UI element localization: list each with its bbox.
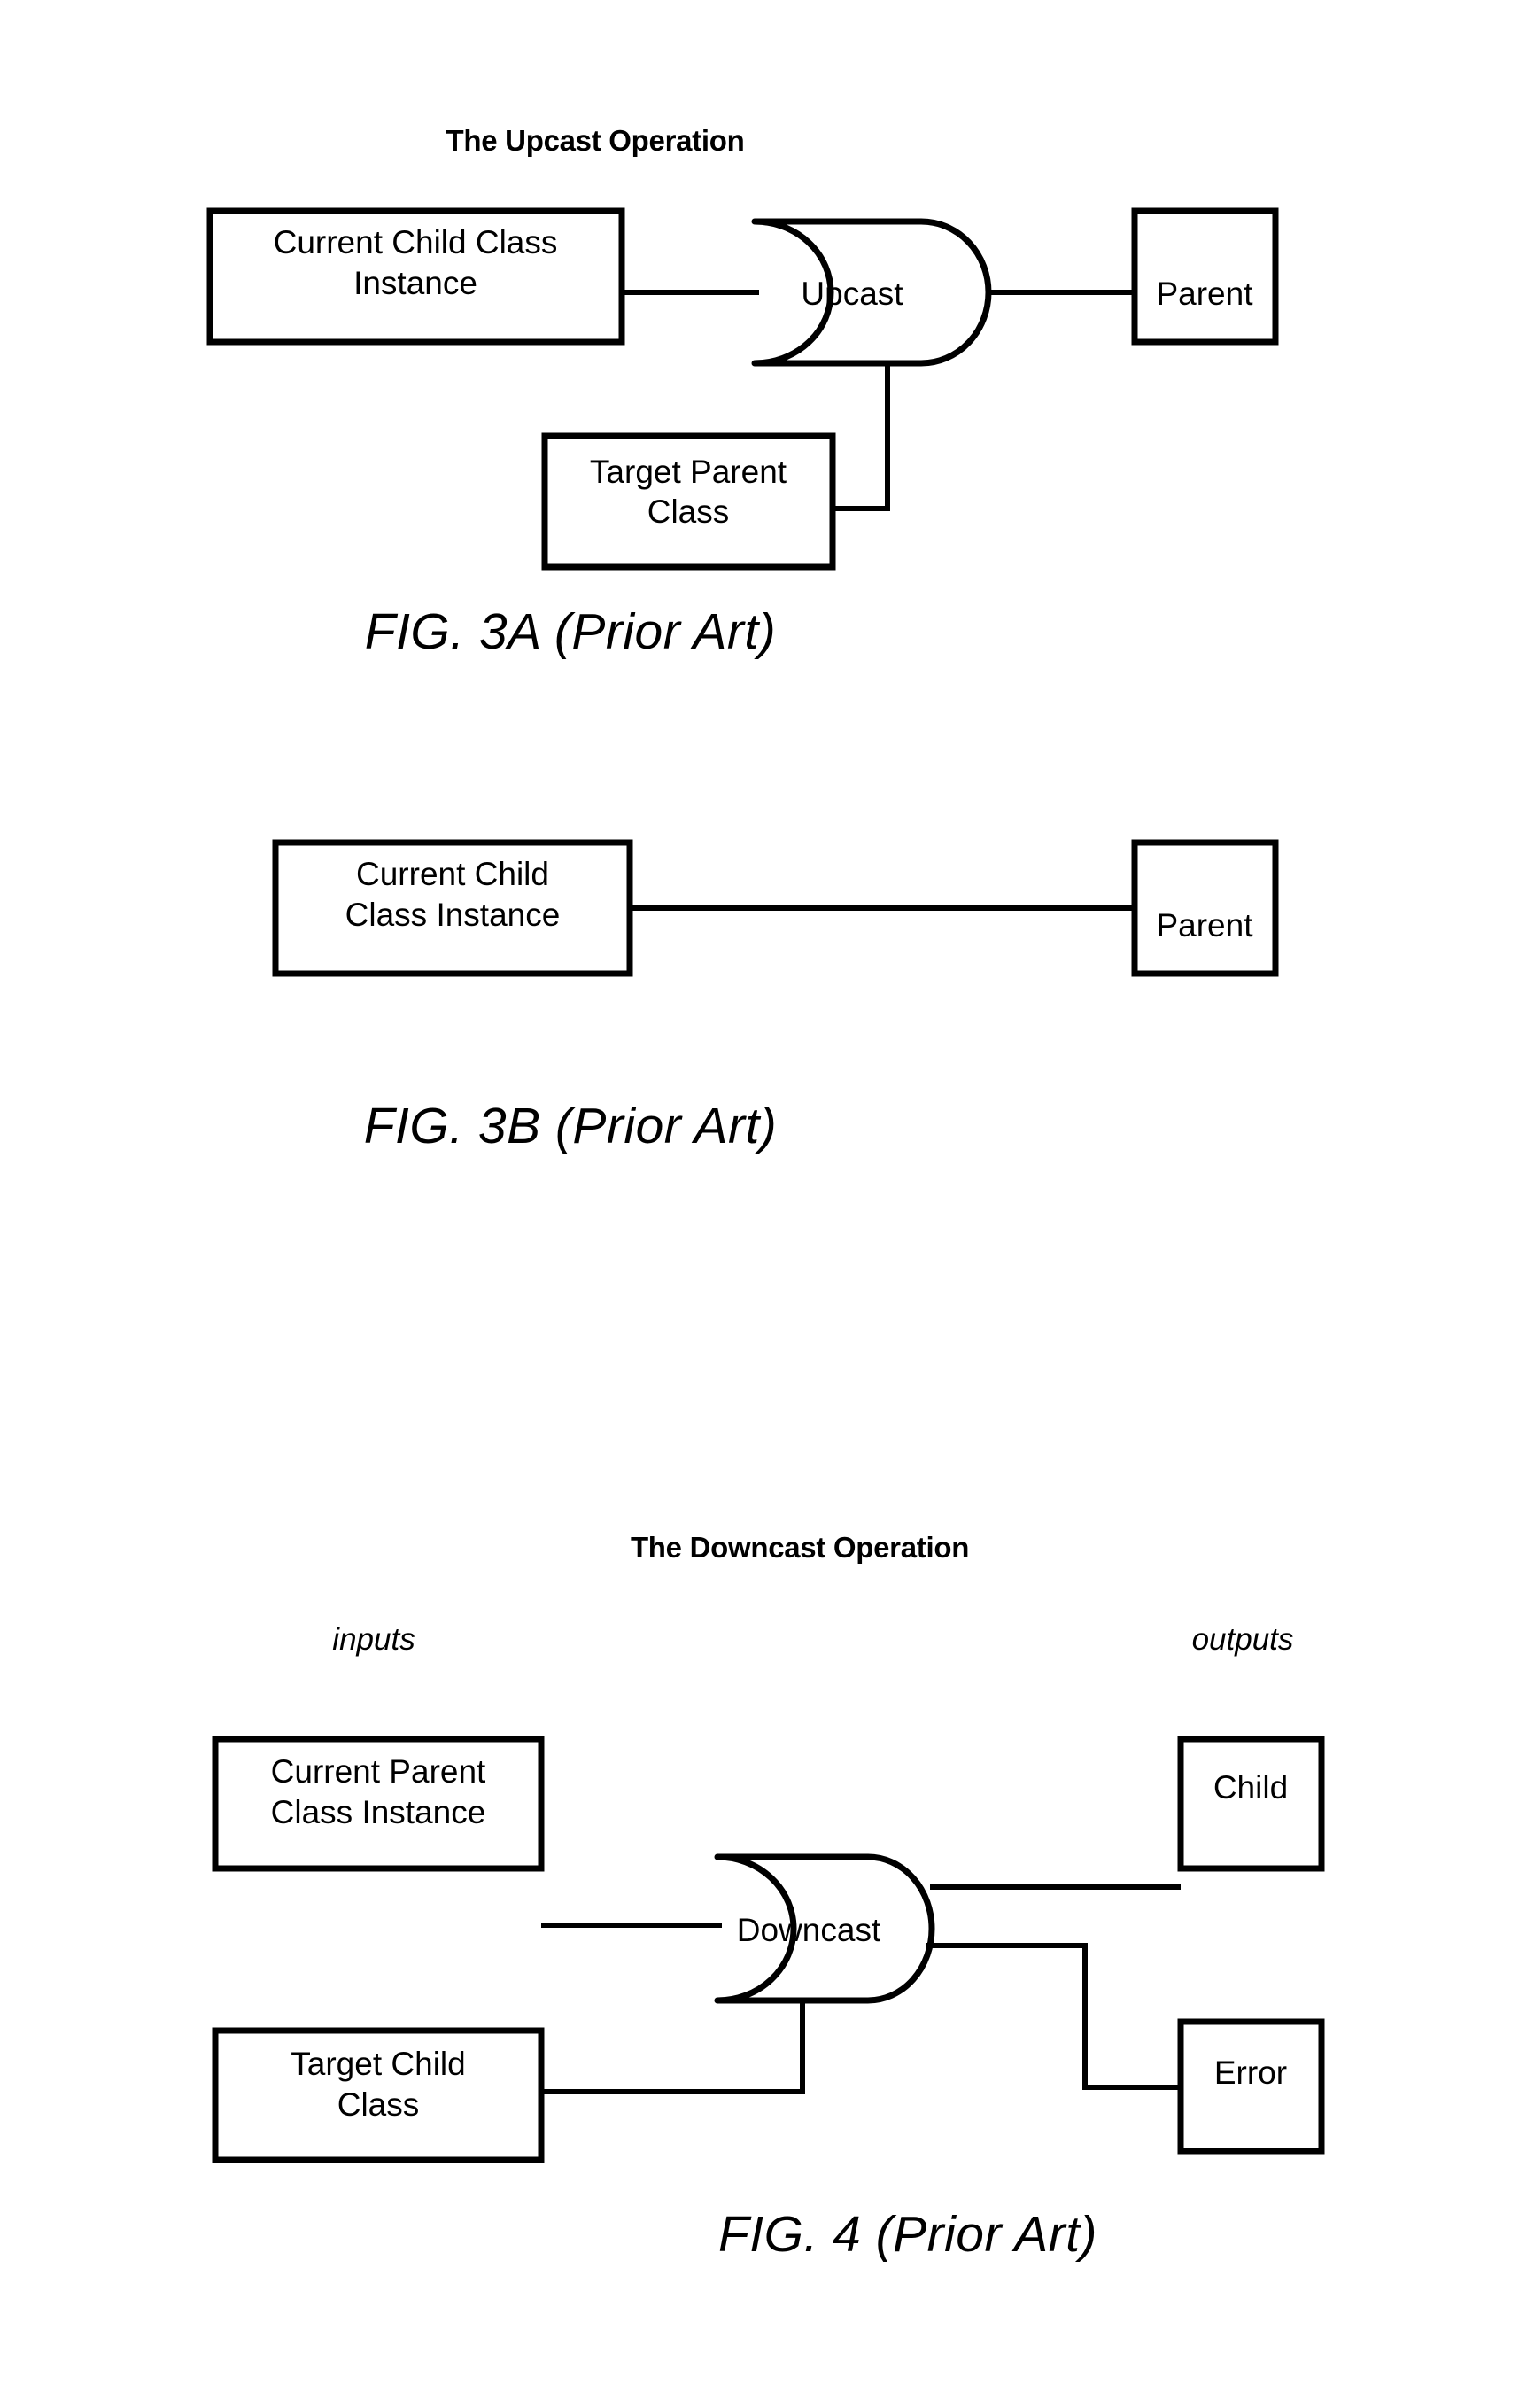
fig3a-target-parent-class-label-line2: Class bbox=[647, 493, 730, 530]
fig3b-parent-box-label: Parent bbox=[1156, 907, 1253, 944]
fig4-error-box-label: Error bbox=[1214, 2055, 1287, 2091]
fig3b-current-child-class-instance-label-line1: Current Child bbox=[356, 856, 549, 892]
fig4-target-child-class-label-line1: Target Child bbox=[291, 2046, 465, 2082]
fig3a-target-parent-class-label-line1: Target Parent bbox=[590, 454, 787, 490]
fig4-child-box-label: Child bbox=[1213, 1769, 1288, 1806]
fig3a-parent-box-label: Parent bbox=[1156, 276, 1253, 312]
fig4-outputs-label: outputs bbox=[1192, 1622, 1294, 1657]
fig4-edge-target-child-to-downcast bbox=[541, 2000, 805, 2094]
figure-3a: The Upcast Operation Current Child Class… bbox=[206, 124, 1279, 660]
fig3a-edge-target-to-upcast bbox=[833, 363, 890, 511]
fig4-target-child-class-label-line2: Class bbox=[337, 2086, 420, 2123]
fig4-inputs-label: inputs bbox=[332, 1622, 415, 1657]
fig4-title: The Downcast Operation bbox=[631, 1531, 969, 1564]
fig4-edge-downcast-to-error bbox=[926, 1943, 1181, 2090]
fig4-current-parent-class-instance-label-line1: Current Parent bbox=[271, 1753, 486, 1790]
fig3a-current-child-class-instance-label-line2: Instance bbox=[353, 265, 477, 301]
fig3a-upcast-gate-label: Upcast bbox=[801, 276, 903, 312]
fig3b-current-child-class-instance-label-line2: Class Instance bbox=[345, 897, 561, 933]
figure-3b: Current Child Class Instance Parent FIG.… bbox=[272, 839, 1279, 1154]
fig4-current-parent-class-instance-label-line2: Class Instance bbox=[271, 1794, 486, 1830]
fig3a-current-child-class-instance-label-line1: Current Child Class bbox=[274, 224, 558, 260]
figure-sheet-canvas: The Upcast Operation Current Child Class… bbox=[206, 124, 1325, 2263]
figure-sheet: The Upcast Operation Current Child Class… bbox=[0, 0, 1519, 2408]
fig3a-title: The Upcast Operation bbox=[446, 124, 745, 157]
fig3a-caption: FIG. 3A (Prior Art) bbox=[365, 603, 776, 660]
fig4-downcast-gate-label: Downcast bbox=[737, 1912, 881, 1948]
fig3b-caption: FIG. 3B (Prior Art) bbox=[364, 1098, 778, 1154]
fig4-caption: FIG. 4 (Prior Art) bbox=[718, 2206, 1097, 2263]
figure-4: The Downcast Operation inputs outputs Cu… bbox=[212, 1531, 1325, 2263]
